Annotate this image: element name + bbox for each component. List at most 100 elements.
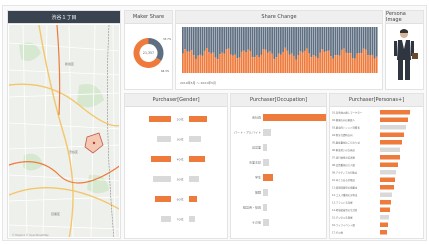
share-bar-top <box>338 27 341 56</box>
gender-bar-left[interactable] <box>153 176 171 182</box>
share-bar-top <box>236 27 239 59</box>
personas-bar[interactable] <box>380 215 389 220</box>
personas-row-label: 05.趣味重視のこだわり派 <box>332 141 360 145</box>
personas-chart[interactable]: 01.自然体の癒しマーケター 02.健康志向の家庭人 03.都会的トレンド消費者 04… <box>330 108 423 238</box>
gender-bar-left[interactable] <box>149 116 171 122</box>
occupation-bar[interactable] <box>263 114 326 121</box>
share-bar-bottom <box>364 49 367 73</box>
share-bar-top <box>354 27 356 59</box>
gender-bar-right[interactable] <box>189 156 205 162</box>
share-bar-top <box>271 27 274 54</box>
share-bar-bottom <box>216 59 219 73</box>
personas-bar[interactable] <box>380 177 395 183</box>
share-bar-top <box>214 27 217 58</box>
personas-bar[interactable] <box>380 125 406 130</box>
occupation-chart[interactable]: 会社員パート・アルバイト自営業専業主婦学生無職経営者・役員その他 <box>231 108 326 238</box>
share-bar-bottom <box>208 52 210 73</box>
personas-row-label: 03.都会的トレンド消費者 <box>332 126 360 130</box>
personas-bar[interactable] <box>380 147 400 153</box>
share-bar-top <box>192 27 195 56</box>
occupation-bar[interactable] <box>263 204 267 211</box>
personas-bar[interactable] <box>380 132 404 138</box>
gender-bar-left[interactable] <box>155 196 171 202</box>
occupation-row-label: パート・アルバイト <box>234 130 261 135</box>
personas-bar[interactable] <box>380 207 390 213</box>
share-bar-bottom <box>360 53 363 73</box>
share-bar-top <box>205 27 208 49</box>
share-bar-top <box>216 27 219 60</box>
share-bar-top <box>227 27 230 49</box>
personas-bar[interactable] <box>380 185 394 190</box>
personas-bar[interactable] <box>380 230 387 235</box>
personas-bar[interactable] <box>380 140 402 145</box>
map-view[interactable]: 新宿区 渋谷区 目黒区 © Mapbox © OpenStreetMap <box>9 25 119 237</box>
share-bar-bottom <box>182 53 184 73</box>
map-canvas[interactable]: 新宿区 渋谷区 目黒区 © Mapbox © OpenStreetMap <box>9 25 119 237</box>
share-bar-bottom <box>295 59 297 73</box>
share-bar-bottom <box>340 49 343 73</box>
share-bar-bottom <box>245 52 247 73</box>
occupation-bar[interactable] <box>263 189 268 196</box>
gender-title: Purchaser[Gender] <box>125 94 227 107</box>
share-bar-top <box>264 27 267 50</box>
occupation-bar[interactable] <box>263 159 269 166</box>
share-bar-bottom <box>288 54 291 73</box>
share-bar-top <box>364 27 367 50</box>
share-bar-top <box>349 27 352 54</box>
share-bar-top <box>356 27 358 54</box>
personas-bar[interactable] <box>380 192 392 198</box>
share-bar-bottom <box>229 54 232 73</box>
share-bar-top <box>188 27 191 52</box>
gender-chart[interactable]: 20代 30代 40代 50代 60代 70代 <box>125 108 227 238</box>
share-bar-bottom <box>214 57 217 73</box>
share-bar-bottom <box>371 54 374 73</box>
occupation-row-label: 無職 <box>255 190 261 195</box>
share-bar-bottom <box>312 55 315 73</box>
donut-slice-1[interactable] <box>148 38 164 61</box>
share-bar-top <box>321 27 324 50</box>
gender-row-label: 40代 <box>177 157 184 162</box>
share-change-chart[interactable] <box>176 25 382 89</box>
share-bar-top <box>240 27 243 52</box>
personas-bar[interactable] <box>380 222 388 228</box>
share-bar-bottom <box>375 56 378 73</box>
share-bar-bottom <box>242 50 245 73</box>
share-bar-bottom <box>251 57 254 73</box>
share-bar-bottom <box>343 48 345 73</box>
personas-bar[interactable] <box>380 110 410 115</box>
occupation-bar[interactable] <box>263 144 267 151</box>
personas-bar[interactable] <box>380 155 400 160</box>
occupation-bar[interactable] <box>263 174 273 181</box>
gender-bar-right[interactable] <box>189 176 199 182</box>
share-bar-bottom <box>195 59 197 73</box>
gender-bar-left[interactable] <box>157 136 171 142</box>
share-bar-bottom <box>210 53 213 73</box>
personas-bar[interactable] <box>380 170 396 175</box>
gender-row-label: 70代 <box>177 217 184 222</box>
share-bar-top <box>232 27 234 56</box>
personas-bar[interactable] <box>380 117 408 123</box>
gender-bar-right[interactable] <box>189 136 201 142</box>
gender-bar-right[interactable] <box>189 196 197 202</box>
share-bar-top <box>225 27 228 50</box>
personas-row-label: 10.ゆとりある余暇派 <box>332 178 356 182</box>
personas-row-label: 14.地域密着型の生活者 <box>332 208 358 212</box>
gender-bar-left[interactable] <box>151 156 171 162</box>
share-bar-bottom <box>367 55 369 73</box>
gender-bar-right[interactable] <box>189 216 195 222</box>
share-bar-top <box>367 27 369 56</box>
gender-bar-left[interactable] <box>161 216 171 222</box>
occupation-bar[interactable] <box>263 219 269 226</box>
personas-bar[interactable] <box>380 200 391 205</box>
share-bar-top <box>362 27 365 49</box>
occupation-bar[interactable] <box>263 129 271 136</box>
map-label-meguro: 目黒区 <box>51 212 60 216</box>
maker-share-donut[interactable]: 21,357 33.7% 66.3% <box>125 25 172 89</box>
gender-bar-right[interactable] <box>189 116 207 122</box>
dashboard-frame: 渋谷１丁目 新宿区 渋谷区 目黒区 © Mapbox © OpenStreetM… <box>2 5 427 241</box>
personas-row-label: 06.家族思いの計画派 <box>332 148 356 152</box>
share-bar-bottom <box>223 53 226 73</box>
share-bar-top <box>186 27 189 52</box>
personas-bar[interactable] <box>380 162 398 168</box>
personas-row-label: 02.健康志向の家庭人 <box>332 118 356 122</box>
